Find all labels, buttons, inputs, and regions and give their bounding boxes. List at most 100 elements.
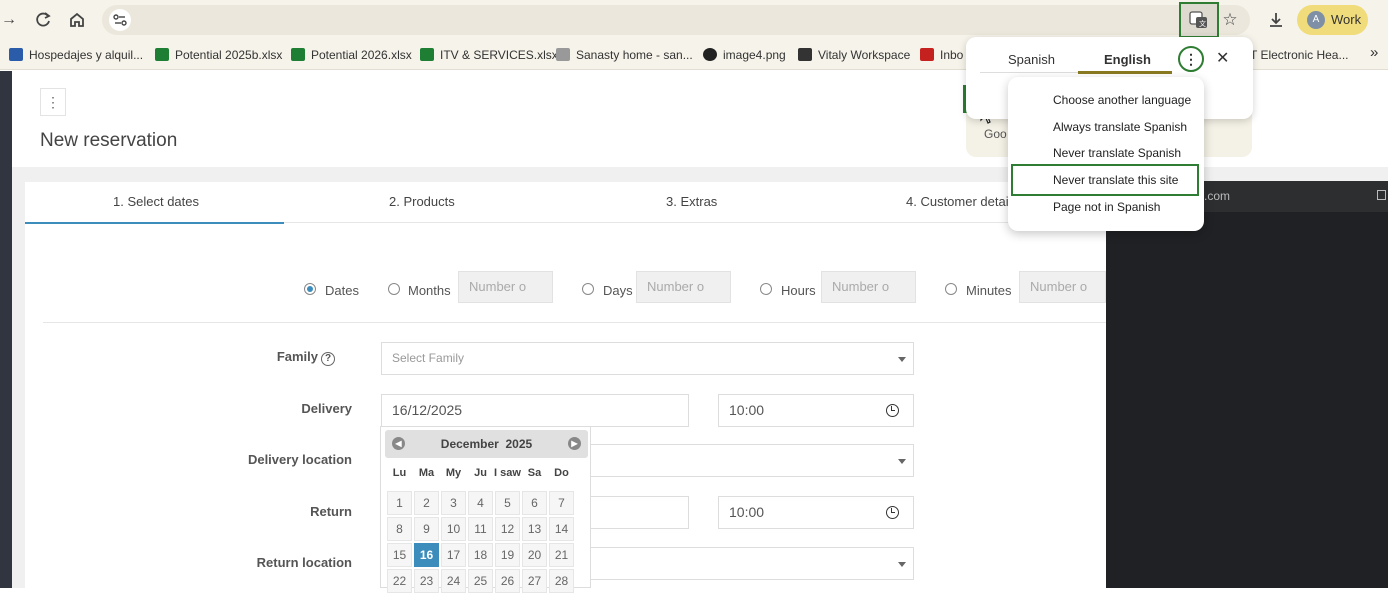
active-tab-indicator <box>25 222 284 224</box>
radio-dates-label: Dates <box>325 283 359 298</box>
bookmark-star-icon[interactable]: ☆ <box>1218 8 1242 32</box>
calendar-day[interactable]: 21 <box>549 543 574 567</box>
radio-hours[interactable] <box>760 283 772 295</box>
clock-icon[interactable] <box>886 506 899 519</box>
calendar-day[interactable]: 3 <box>441 491 466 515</box>
radio-months[interactable] <box>388 283 400 295</box>
delivery-time-input[interactable]: 10:00 <box>718 394 914 427</box>
calendar-day[interactable]: 2 <box>414 491 439 515</box>
reload-icon[interactable] <box>31 8 55 32</box>
bubble-text: Goo <box>984 127 1007 141</box>
minutes-number-input[interactable]: Number o <box>1019 271 1106 303</box>
delivery-date-input[interactable]: 16/12/2025 <box>381 394 689 427</box>
calendar-day[interactable]: 9 <box>414 517 439 541</box>
bookmark-item[interactable]: Sanasty home - san... <box>556 47 693 63</box>
more-options-icon[interactable]: ⋮ <box>1178 46 1204 72</box>
more-bookmarks-icon[interactable]: » <box>1370 45 1378 61</box>
calendar-day[interactable]: 7 <box>549 491 574 515</box>
calendar-day[interactable]: 5 <box>495 491 520 515</box>
bookmark-item[interactable]: Potential 2026.xlsx <box>291 47 412 63</box>
tab-extras[interactable]: 3. Extras <box>666 194 717 209</box>
family-select[interactable]: Select Family <box>381 342 914 375</box>
profile-button[interactable]: A Work <box>1297 5 1368 35</box>
divider <box>43 322 1106 323</box>
calendar-day[interactable]: 24 <box>441 569 466 593</box>
close-icon[interactable]: ✕ <box>1216 48 1229 68</box>
window-icon[interactable] <box>1377 190 1386 200</box>
day-of-week-label: Sa <box>527 467 542 479</box>
prev-month-icon[interactable]: ◀ <box>392 437 405 450</box>
days-number-input[interactable]: Number o <box>636 271 731 303</box>
radio-months-label: Months <box>408 283 451 298</box>
calendar-day[interactable]: 13 <box>522 517 547 541</box>
radio-dates[interactable] <box>304 283 316 295</box>
calendar-day[interactable]: 14 <box>549 517 574 541</box>
bookmark-item[interactable]: Vitaly Workspace <box>798 47 910 63</box>
globe-icon <box>703 48 717 61</box>
workspace-icon <box>798 48 812 61</box>
gmail-icon <box>920 48 934 61</box>
address-bar[interactable] <box>102 5 1250 35</box>
calendar-day[interactable]: 10 <box>441 517 466 541</box>
calendar-day[interactable]: 20 <box>522 543 547 567</box>
tab-customer-details[interactable]: 4. Customer detai <box>906 194 1009 209</box>
language-tab-source[interactable]: Spanish <box>1008 52 1055 67</box>
delivery-label: Delivery <box>301 401 352 416</box>
calendar-day[interactable]: 19 <box>495 543 520 567</box>
months-number-input[interactable]: Number o <box>458 271 553 303</box>
radio-minutes[interactable] <box>945 283 957 295</box>
calendar-day[interactable]: 6 <box>522 491 547 515</box>
day-of-week-label: Ju <box>474 467 487 479</box>
site-favicon-icon <box>556 48 570 61</box>
day-of-week-label: Lu <box>392 467 407 479</box>
bookmark-item[interactable]: image4.png <box>703 47 786 63</box>
bookmark-item[interactable]: Potential 2025b.xlsx <box>155 47 282 63</box>
calendar-day[interactable]: 1 <box>387 491 412 515</box>
calendar-day[interactable]: 11 <box>468 517 493 541</box>
menu-item-page-not-spanish[interactable]: Page not in Spanish <box>1053 200 1160 214</box>
menu-item-choose-language[interactable]: Choose another language <box>1053 93 1191 107</box>
day-of-week-label: I saw <box>494 467 521 479</box>
calendar-day[interactable]: 23 <box>414 569 439 593</box>
site-info-icon[interactable] <box>109 9 131 31</box>
help-icon[interactable]: ? <box>321 352 335 366</box>
tab-select-dates[interactable]: 1. Select dates <box>113 194 199 209</box>
radio-days[interactable] <box>582 283 594 295</box>
page-menu-button[interactable]: ⋮ <box>40 88 66 116</box>
return-label: Return <box>310 504 352 519</box>
hours-number-input[interactable]: Number o <box>821 271 916 303</box>
return-time-input[interactable]: 10:00 <box>718 496 914 529</box>
download-icon[interactable] <box>1264 8 1288 32</box>
left-sidebar-strip <box>0 71 12 588</box>
calendar-day[interactable]: 17 <box>441 543 466 567</box>
return-time-value: 10:00 <box>729 504 765 520</box>
delivery-time-value: 10:00 <box>729 402 765 418</box>
home-icon[interactable] <box>65 8 89 32</box>
bookmark-item[interactable]: Inbo <box>920 47 963 63</box>
bookmark-item[interactable]: T Electronic Hea... <box>1250 47 1348 63</box>
calendar-day[interactable]: 18 <box>468 543 493 567</box>
calendar-day[interactable]: 26 <box>495 569 520 593</box>
bookmark-item[interactable]: Hospedajes y alquil... <box>9 47 143 63</box>
calendar-day[interactable]: 8 <box>387 517 412 541</box>
bookmark-item[interactable]: ITV & SERVICES.xlsx <box>420 47 558 63</box>
calendar-day[interactable]: 15 <box>387 543 412 567</box>
active-language-indicator <box>1078 71 1172 74</box>
datepicker-year: 2025 <box>505 437 533 451</box>
menu-item-always-translate[interactable]: Always translate Spanish <box>1053 120 1187 134</box>
menu-item-never-translate-language[interactable]: Never translate Spanish <box>1053 146 1181 160</box>
language-tab-target[interactable]: English <box>1104 52 1151 67</box>
calendar-day[interactable]: 25 <box>468 569 493 593</box>
calendar-day[interactable]: 4 <box>468 491 493 515</box>
radio-days-label: Days <box>603 283 633 298</box>
calendar-day[interactable]: 12 <box>495 517 520 541</box>
translate-icon[interactable]: 文 <box>1179 2 1219 38</box>
next-month-icon[interactable]: ▶ <box>568 437 581 450</box>
calendar-day[interactable]: 27 <box>522 569 547 593</box>
calendar-day[interactable]: 28 <box>549 569 574 593</box>
calendar-day[interactable]: 22 <box>387 569 412 593</box>
tab-products[interactable]: 2. Products <box>389 194 455 209</box>
forward-icon[interactable]: → <box>0 8 21 32</box>
clock-icon[interactable] <box>886 404 899 417</box>
calendar-day[interactable]: 16 <box>414 543 439 567</box>
